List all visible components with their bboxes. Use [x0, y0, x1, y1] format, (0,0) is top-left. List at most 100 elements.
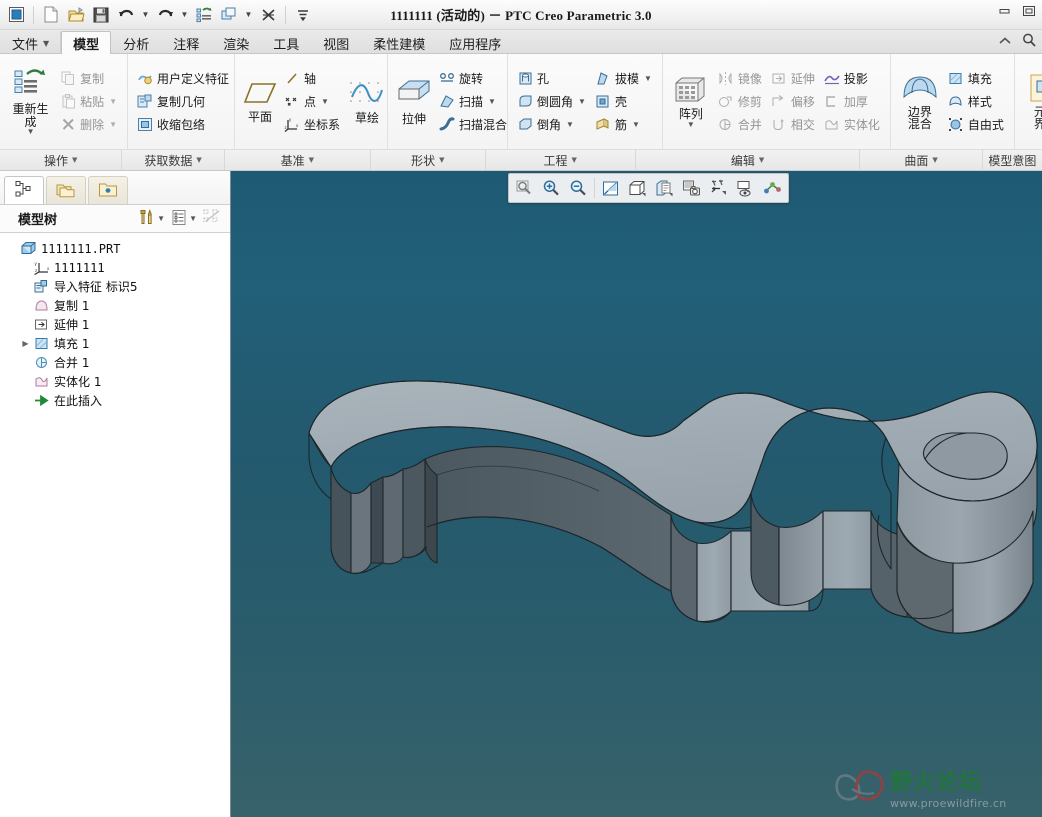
trim-button[interactable]: 修剪: [714, 91, 767, 113]
shrinkwrap-button[interactable]: 收缩包络: [133, 114, 234, 136]
revolve-button[interactable]: 旋转: [435, 68, 512, 90]
draft-button[interactable]: 拔模 ▼: [591, 68, 657, 90]
redo-dropdown-icon[interactable]: ▼: [178, 3, 191, 27]
copy-geometry-button[interactable]: 复制几何: [133, 91, 234, 113]
datum-plane-button[interactable]: 平面: [240, 58, 280, 146]
component-interface-button[interactable]: 元件界面: [1020, 58, 1042, 146]
undo-dropdown-icon[interactable]: ▼: [139, 3, 152, 27]
coordinate-system-button[interactable]: yxz 坐标系: [280, 114, 345, 136]
chevron-down-icon[interactable]: ▼: [109, 120, 117, 129]
chevron-up-icon[interactable]: [998, 35, 1012, 49]
search-icon[interactable]: [1022, 33, 1036, 50]
udf-button[interactable]: 用户定义特征: [133, 68, 234, 90]
rib-button[interactable]: 筋 ▼: [591, 114, 657, 136]
boundary-blend-button[interactable]: 边界混合: [896, 58, 944, 146]
group-label-editing[interactable]: 编辑 ▼: [636, 150, 861, 170]
chevron-down-icon[interactable]: ▼: [578, 97, 586, 106]
group-label-datum[interactable]: 基准 ▼: [225, 150, 371, 170]
creo-window-icon[interactable]: [4, 3, 28, 27]
restore-button[interactable]: [1020, 4, 1038, 18]
extrude-button[interactable]: 拉伸: [393, 58, 435, 146]
group-label-engineering[interactable]: 工程 ▼: [486, 150, 636, 170]
tab-tools[interactable]: 工具: [261, 31, 311, 54]
customize-qat-icon[interactable]: [291, 3, 315, 27]
thicken-button[interactable]: 加厚: [820, 91, 885, 113]
model-tree-tab[interactable]: [4, 176, 44, 204]
fill-button[interactable]: 填充: [944, 68, 1009, 90]
tab-view[interactable]: 视图: [311, 31, 361, 54]
merge-button[interactable]: 合并: [714, 114, 767, 136]
chevron-down-icon[interactable]: ▼: [27, 128, 35, 136]
intersect-button[interactable]: 相交: [767, 114, 820, 136]
group-label-operations[interactable]: 操作 ▼: [0, 150, 123, 170]
group-label-model-intent-text: 模型意图: [988, 153, 1037, 168]
group-label-get-data[interactable]: 获取数据 ▼: [122, 150, 225, 170]
sweep-button[interactable]: 扫描 ▼: [435, 91, 512, 113]
save-icon[interactable]: [89, 3, 113, 27]
tree-item-insert-here[interactable]: 在此插入: [4, 391, 230, 410]
shell-button[interactable]: 壳: [591, 91, 657, 113]
datum-axis-button[interactable]: 轴: [280, 68, 345, 90]
tree-item-csys[interactable]: yxz 1111111: [4, 258, 230, 277]
group-label-shapes[interactable]: 形状 ▼: [371, 150, 486, 170]
datum-point-button[interactable]: 点 ▼: [280, 91, 345, 113]
window-dropdown-icon[interactable]: ▼: [242, 3, 255, 27]
close-window-icon[interactable]: [256, 3, 280, 27]
tree-item-copy[interactable]: 复制 1: [4, 296, 230, 315]
pattern-button[interactable]: 阵列 ▼: [668, 58, 714, 146]
tree-item-merge[interactable]: 合并 1: [4, 353, 230, 372]
paste-button[interactable]: 粘贴 ▼: [56, 91, 122, 113]
offset-button[interactable]: 偏移: [767, 91, 820, 113]
chevron-down-icon[interactable]: ▼: [566, 120, 574, 129]
mirror-button[interactable]: 镜像: [714, 68, 767, 90]
round-button[interactable]: 倒圆角 ▼: [513, 91, 591, 113]
chevron-down-icon[interactable]: ▼: [632, 120, 640, 129]
group-label-model-intent[interactable]: 模型意图: [983, 150, 1042, 170]
tab-applications[interactable]: 应用程序: [437, 31, 513, 54]
extend-button[interactable]: 延伸: [767, 68, 820, 90]
project-button[interactable]: 投影: [820, 68, 885, 90]
regenerate-icon[interactable]: [192, 3, 216, 27]
graphics-viewport[interactable]: 野火论坛 www.proewildfire.cn: [231, 171, 1042, 817]
tree-item-solidify[interactable]: 实体化 1: [4, 372, 230, 391]
hole-button[interactable]: 孔: [513, 68, 591, 90]
tree-item-fill[interactable]: ▶ 填充 1: [4, 334, 230, 353]
tree-item-extend[interactable]: 延伸 1: [4, 315, 230, 334]
new-file-icon[interactable]: [39, 3, 63, 27]
tree-item-part[interactable]: 1111111.PRT: [4, 239, 230, 258]
tab-analysis[interactable]: 分析: [111, 31, 161, 54]
group-label-surfaces[interactable]: 曲面 ▼: [860, 150, 983, 170]
copy-button[interactable]: 复制: [56, 68, 122, 90]
regenerate-button[interactable]: 重新生成 ▼: [5, 58, 56, 146]
chevron-down-icon[interactable]: ▼: [321, 97, 329, 106]
chevron-down-icon[interactable]: ▼: [644, 74, 652, 83]
delete-button[interactable]: 删除 ▼: [56, 114, 122, 136]
chamfer-button[interactable]: 倒角 ▼: [513, 114, 591, 136]
tab-flexible-modeling[interactable]: 柔性建模: [361, 31, 437, 54]
undo-icon[interactable]: [114, 3, 138, 27]
tab-render[interactable]: 渲染: [211, 31, 261, 54]
tree-expander[interactable]: ▶: [19, 339, 32, 348]
tree-filter-button[interactable]: [200, 207, 224, 231]
settings-tools-button[interactable]: ▼: [135, 207, 168, 231]
style-button[interactable]: 样式: [944, 91, 1009, 113]
solidify-button[interactable]: 实体化: [820, 114, 885, 136]
folder-browser-tab[interactable]: [46, 176, 86, 204]
swept-blend-button[interactable]: 扫描混合: [435, 114, 512, 136]
freestyle-button[interactable]: 自由式: [944, 114, 1009, 136]
open-file-icon[interactable]: [64, 3, 88, 27]
tab-model[interactable]: 模型: [61, 31, 112, 54]
chevron-down-icon[interactable]: ▼: [109, 97, 117, 106]
sketch-button[interactable]: 草绘: [345, 58, 389, 146]
window-switch-icon[interactable]: [217, 3, 241, 27]
minimize-button[interactable]: [996, 4, 1014, 18]
display-settings-button[interactable]: ▼: [168, 207, 200, 231]
chevron-down-icon[interactable]: ▼: [488, 97, 496, 106]
tab-file[interactable]: 文件 ▼: [0, 31, 62, 54]
tab-annotate[interactable]: 注释: [161, 31, 211, 54]
butterfly-logo-icon: [832, 767, 888, 816]
redo-icon[interactable]: [153, 3, 177, 27]
tree-item-import-feature[interactable]: 导入特征 标识5: [4, 277, 230, 296]
chevron-down-icon[interactable]: ▼: [687, 120, 695, 128]
favorites-tab[interactable]: [88, 176, 128, 204]
